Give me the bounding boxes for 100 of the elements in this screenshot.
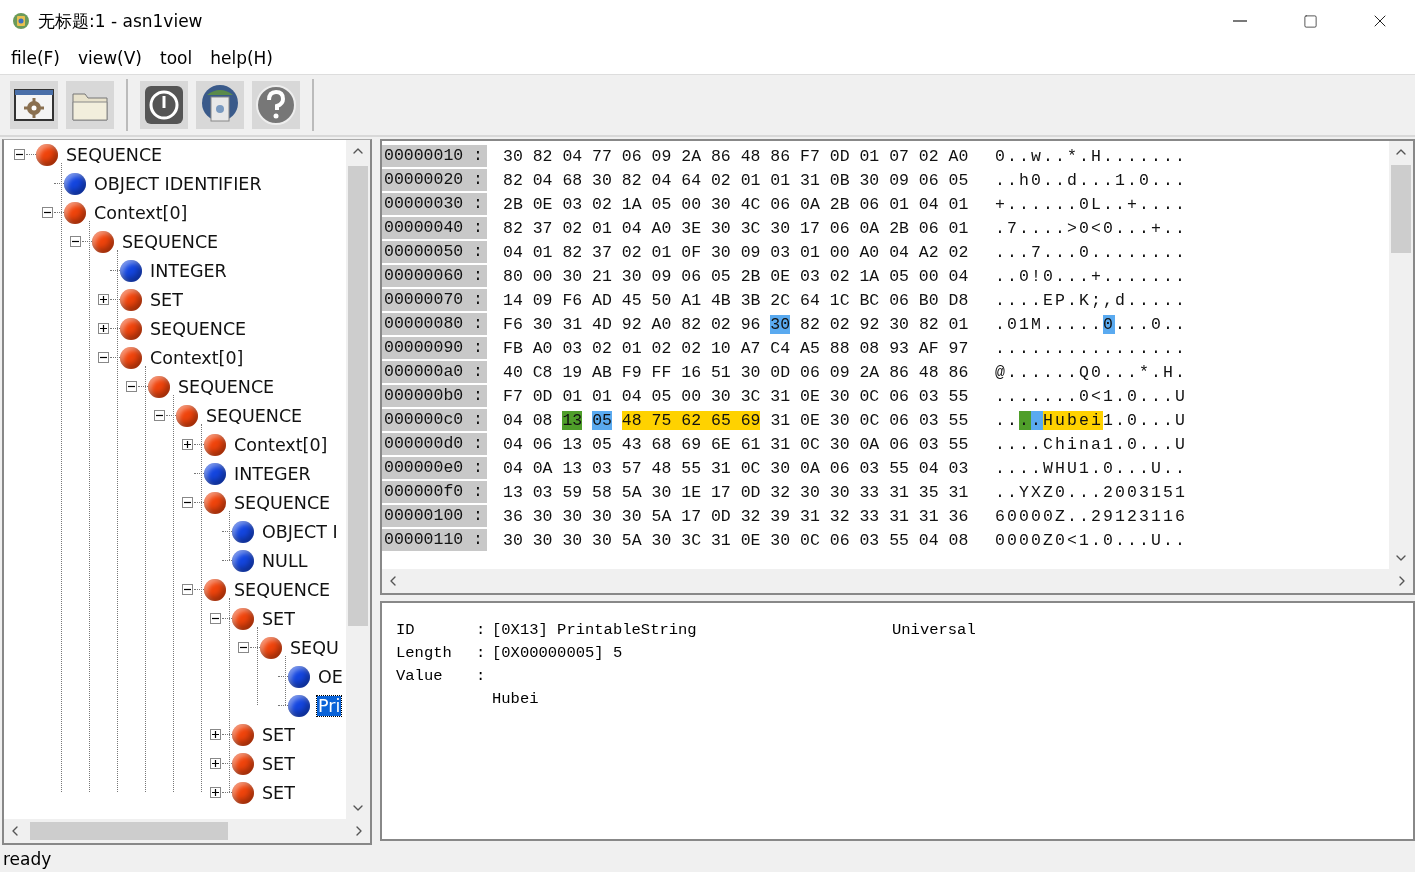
tree-node[interactable]: INTEGER [149,260,228,281]
tree-node[interactable]: Context[0] [149,347,245,368]
field-value: [0X00000005] 5 [492,643,624,664]
globe-document-button[interactable] [196,81,244,129]
tree-node[interactable]: SEQUENCE [65,144,164,165]
tree-node[interactable]: SET [261,724,296,745]
highlighted-ascii: 0 [1103,314,1116,334]
folder-button[interactable] [66,81,114,129]
tree-node[interactable]: SET [261,753,296,774]
tree-node[interactable]: SET [261,608,296,629]
tree-node[interactable]: SET [261,782,296,803]
status-text: ready [2,847,53,871]
window-title: 无标题:1 - asn1view [38,9,204,33]
collapse-icon[interactable] [153,410,165,421]
tree-node[interactable]: OE [317,666,344,687]
highlighted-bytes: 05 [592,410,612,430]
ascii-text: 60000Z..29123116 [995,506,1188,526]
hex-bytes: 82 04 68 30 82 04 64 02 01 01 31 0B 30 09 06 05 [503,170,969,190]
hex-bytes: 04 01 82 37 02 01 0F 30 09 03 01 00 A0 04 A2 02 [503,242,969,262]
tree-node[interactable]: SEQUENCE [149,318,248,339]
hex-bytes: 31 0E 30 0C 06 03 55 [770,410,969,430]
highlighted-bytes: 48 75 62 65 69 [621,410,761,430]
tree-node[interactable]: SEQU [289,637,340,658]
app-icon [12,12,30,30]
tree-node[interactable]: INTEGER [233,463,312,484]
tree-node[interactable]: SET [149,289,184,310]
expand-icon[interactable] [209,758,221,769]
hex-bytes: 2B 0E 03 02 1A 05 00 30 4C 06 0A 2B 06 01 04 01 [503,194,969,214]
tree-node[interactable]: Pri [317,695,342,716]
expand-icon[interactable] [209,729,221,740]
scrollbar-thumb[interactable] [348,166,368,626]
tree-node[interactable]: SEQUENCE [233,492,332,513]
scrollbar-thumb[interactable] [1391,165,1411,253]
tree-node[interactable]: OBJECT I [261,521,339,542]
collapse-icon[interactable] [125,381,137,392]
hex-bytes: 80 00 30 21 30 09 06 05 2B 0E 03 02 1A 05 00 04 [503,266,969,286]
tree-node[interactable]: SEQUENCE [121,231,220,252]
collapse-icon[interactable] [13,149,25,160]
field-value: [0X13] PrintableString [492,620,698,641]
highlighted-bytes: 30 [770,314,791,334]
expand-icon[interactable] [97,323,109,334]
collapse-icon[interactable] [69,236,81,247]
ascii-text: .. [995,410,1019,430]
address-cell: 00000110 : [382,529,487,551]
address-cell: 000000f0 : [382,481,487,503]
vertical-scrollbar[interactable] [346,140,370,819]
collapse-icon[interactable] [237,642,249,653]
collapse-icon[interactable] [209,613,221,624]
menu-item[interactable]: file(F) [4,48,67,68]
tree-node[interactable]: OBJECT IDENTIFIER [93,173,263,194]
tree-node[interactable]: Context[0] [233,434,329,455]
address-cell: 000000d0 : [382,433,487,455]
colon-text: : [476,666,487,687]
expand-icon[interactable] [181,439,193,450]
ascii-text: 0000Z0<1.0...U.. [995,530,1188,550]
help-button[interactable] [252,81,300,129]
address-cell: 000000b0 : [382,385,487,407]
menu-item[interactable]: tool [153,48,200,68]
hex-bytes: 82 02 92 30 82 01 [800,314,969,334]
address-cell: 00000010 : [382,145,487,167]
address-cell: 000000e0 : [382,457,487,479]
address-cell: 00000090 : [382,337,487,359]
vertical-scrollbar[interactable] [1389,141,1413,569]
tree-node[interactable]: SEQUENCE [205,405,304,426]
address-cell: 00000040 : [382,217,487,239]
tree-node[interactable]: SEQUENCE [233,579,332,600]
tree-node[interactable]: NULL [261,550,309,571]
ascii-text: ..0!0...+....... [995,266,1188,286]
ascii-text: 0..w..*.H....... [995,146,1188,166]
hex-bytes: 36 30 30 30 30 5A 17 0D 32 39 31 32 33 31 31 36 [503,506,969,526]
highlighted-ascii: Hubei [1043,410,1104,430]
menu-item[interactable]: help(H) [203,48,280,68]
settings-window-button[interactable] [10,81,58,129]
hex-bytes: 13 03 59 58 5A 30 1E 17 0D 32 30 30 33 31 35 31 [503,482,969,502]
collapse-icon[interactable] [181,497,193,508]
hex-bytes: FB A0 03 02 01 02 02 10 A7 C4 A5 88 08 93 AF 97 [503,338,969,358]
address-cell: 00000100 : [382,505,487,527]
ascii-text: ...0.. [1115,314,1188,334]
collapse-icon[interactable] [181,584,193,595]
colon-text: : [476,620,487,641]
address-cell: 00000050 : [382,241,487,263]
collapse-icon[interactable] [41,207,53,218]
tree-node[interactable]: Context[0] [93,202,189,223]
horizontal-scrollbar[interactable] [4,819,370,843]
address-cell: 00000080 : [382,313,487,335]
ascii-text: ....WHU1.0...U.. [995,458,1188,478]
scrollbar-thumb[interactable] [30,822,228,840]
field-label: ID [396,620,416,641]
hex-bytes: 04 08 [503,410,553,430]
expand-icon[interactable] [209,787,221,798]
expand-icon[interactable] [97,294,109,305]
collapse-icon[interactable] [97,352,109,363]
hex-bytes: 40 C8 19 AB F9 FF 16 51 30 0D 06 09 2A 86 48 86 [503,362,969,382]
power-button[interactable] [140,81,188,129]
tree-node[interactable]: SEQUENCE [177,376,276,397]
hex-bytes: 82 37 02 01 04 A0 3E 30 3C 30 17 06 0A 2B 06 01 [503,218,969,238]
ascii-text: ..YXZ0...2003151 [995,482,1188,502]
ascii-text: .......0<1.0...U [995,386,1188,406]
hex-bytes: 30 82 04 77 06 09 2A 86 48 86 F7 0D 01 07 02 A0 [503,146,969,166]
menu-item[interactable]: view(V) [70,48,149,68]
